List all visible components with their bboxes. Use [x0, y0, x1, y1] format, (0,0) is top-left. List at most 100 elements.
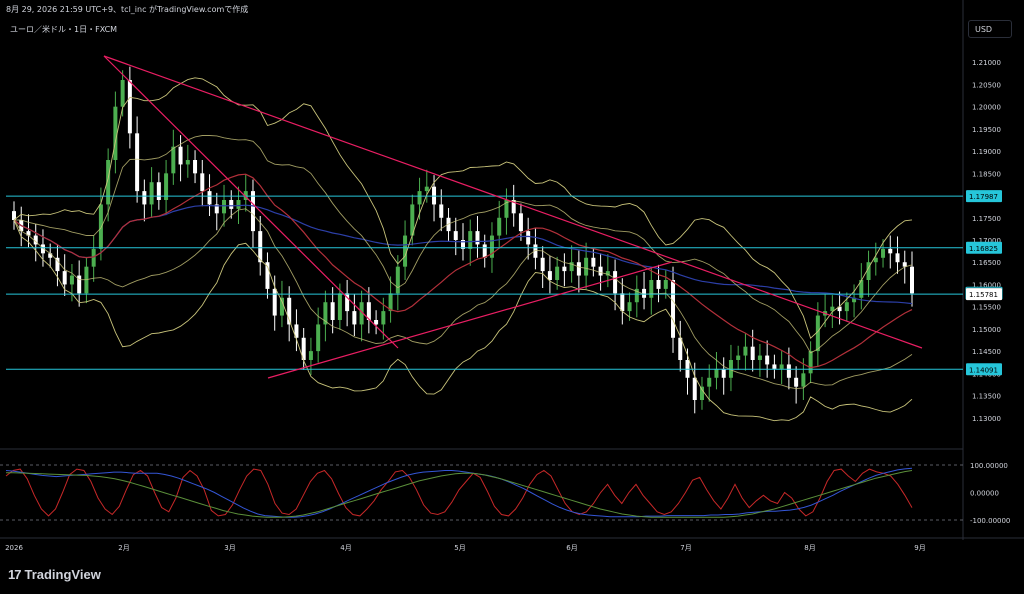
candle-body: [229, 200, 234, 209]
candle-body: [308, 351, 313, 360]
candle-body: [497, 217, 502, 236]
tradingview-logo: 17 TradingView: [8, 567, 101, 582]
candle-body: [714, 368, 719, 378]
candle-body: [156, 182, 161, 200]
candle-body: [69, 275, 74, 285]
osc-tick-label: 0.00000: [970, 490, 999, 498]
candle-body: [200, 173, 205, 192]
x-tick-label: 2026: [5, 544, 23, 552]
candle-body: [91, 248, 96, 267]
candle-body: [526, 231, 531, 245]
candle-body: [743, 346, 748, 356]
oscillator-line: [6, 470, 913, 518]
y-tick-label: 1.19000: [972, 148, 1001, 156]
candle-body: [417, 191, 422, 205]
candle-body: [149, 182, 154, 205]
candle-body: [794, 377, 799, 387]
osc-tick-label: 100.00000: [970, 462, 1008, 470]
candle-body: [692, 377, 697, 400]
candle-body: [786, 364, 791, 378]
candle-body: [757, 355, 762, 360]
ma-mid-line: [13, 173, 913, 369]
osc-tick-label: -100.00000: [970, 517, 1010, 525]
price-level-label: 1.17987: [969, 193, 998, 201]
candle-body: [613, 271, 618, 294]
candle-body: [765, 355, 770, 365]
candles: [12, 66, 914, 414]
candle-body: [649, 280, 654, 298]
x-tick-label: 7月: [680, 544, 691, 552]
brand-name: TradingView: [24, 567, 101, 582]
candle-body: [910, 266, 914, 294]
candle-body: [801, 373, 806, 387]
candle-body: [468, 231, 473, 249]
candle-body: [663, 280, 668, 289]
candle-body: [432, 186, 437, 205]
y-tick-label: 1.14500: [972, 348, 1001, 356]
candle-body: [424, 186, 429, 192]
y-tick-label: 1.15500: [972, 304, 1001, 312]
candle-body: [547, 271, 552, 280]
candle-body: [395, 266, 400, 294]
candle-body: [699, 386, 704, 400]
bollinger-band-line: [13, 77, 913, 340]
candle-body: [656, 280, 661, 289]
candle-body: [316, 324, 321, 352]
candle-body: [772, 364, 777, 369]
x-tick-label: 6月: [566, 544, 577, 552]
candle-body: [475, 231, 480, 245]
candle-body: [381, 311, 386, 325]
y-tick-label: 1.20500: [972, 81, 1001, 89]
candle-body: [236, 200, 241, 209]
y-tick-label: 1.18500: [972, 170, 1001, 178]
trendline-steep: [103, 55, 399, 349]
y-tick-label: 1.21000: [972, 59, 1001, 67]
x-tick-label: 3月: [224, 544, 235, 552]
candle-body: [562, 266, 567, 272]
candle-body: [627, 302, 632, 312]
price-level-label: 1.14091: [969, 366, 998, 374]
candle-body: [555, 266, 560, 280]
y-tick-label: 1.15000: [972, 326, 1001, 334]
x-tick-label: 8月: [804, 544, 815, 552]
y-tick-label: 1.13000: [972, 415, 1001, 423]
candle-body: [721, 368, 726, 378]
price-level-label: 1.15781: [969, 291, 998, 299]
candle-body: [135, 133, 140, 192]
candle-body: [185, 160, 190, 165]
candle-body: [62, 271, 67, 285]
candle-body: [120, 80, 125, 107]
candle-body: [736, 355, 741, 360]
x-tick-label: 2月: [118, 544, 129, 552]
candle-body: [576, 262, 581, 276]
candle-body: [808, 351, 813, 374]
y-tick-label: 1.19500: [972, 126, 1001, 134]
price-level-label: 1.16825: [969, 245, 998, 253]
candle-body: [453, 231, 458, 240]
candle-body: [707, 377, 712, 387]
candle-body: [142, 191, 147, 205]
candle-body: [779, 364, 784, 369]
trendline-major: [103, 55, 923, 349]
candle-body: [902, 262, 907, 267]
candle-body: [222, 200, 227, 214]
candle-body: [98, 204, 103, 249]
candle-body: [540, 257, 545, 272]
candle-body: [272, 288, 277, 316]
x-tick-label: 4月: [340, 544, 351, 552]
candle-body: [518, 213, 523, 232]
candle-body: [374, 320, 379, 325]
candle-body: [671, 280, 676, 338]
candle-body: [207, 191, 212, 205]
candle-body: [482, 244, 487, 258]
candle-body: [844, 302, 849, 312]
x-tick-label: 9月: [914, 544, 925, 552]
candle-body: [584, 257, 589, 276]
candle-body: [881, 248, 886, 258]
price-chart[interactable]: 1.21000 1.20500 1.20000 1.19500 1.19000 1.185…: [0, 0, 1024, 594]
oscillator-line: [5, 467, 913, 518]
x-tick-label: 5月: [454, 544, 465, 552]
y-tick-label: 1.17500: [972, 215, 1001, 223]
candle-body: [178, 146, 183, 165]
candle-body: [127, 80, 132, 134]
